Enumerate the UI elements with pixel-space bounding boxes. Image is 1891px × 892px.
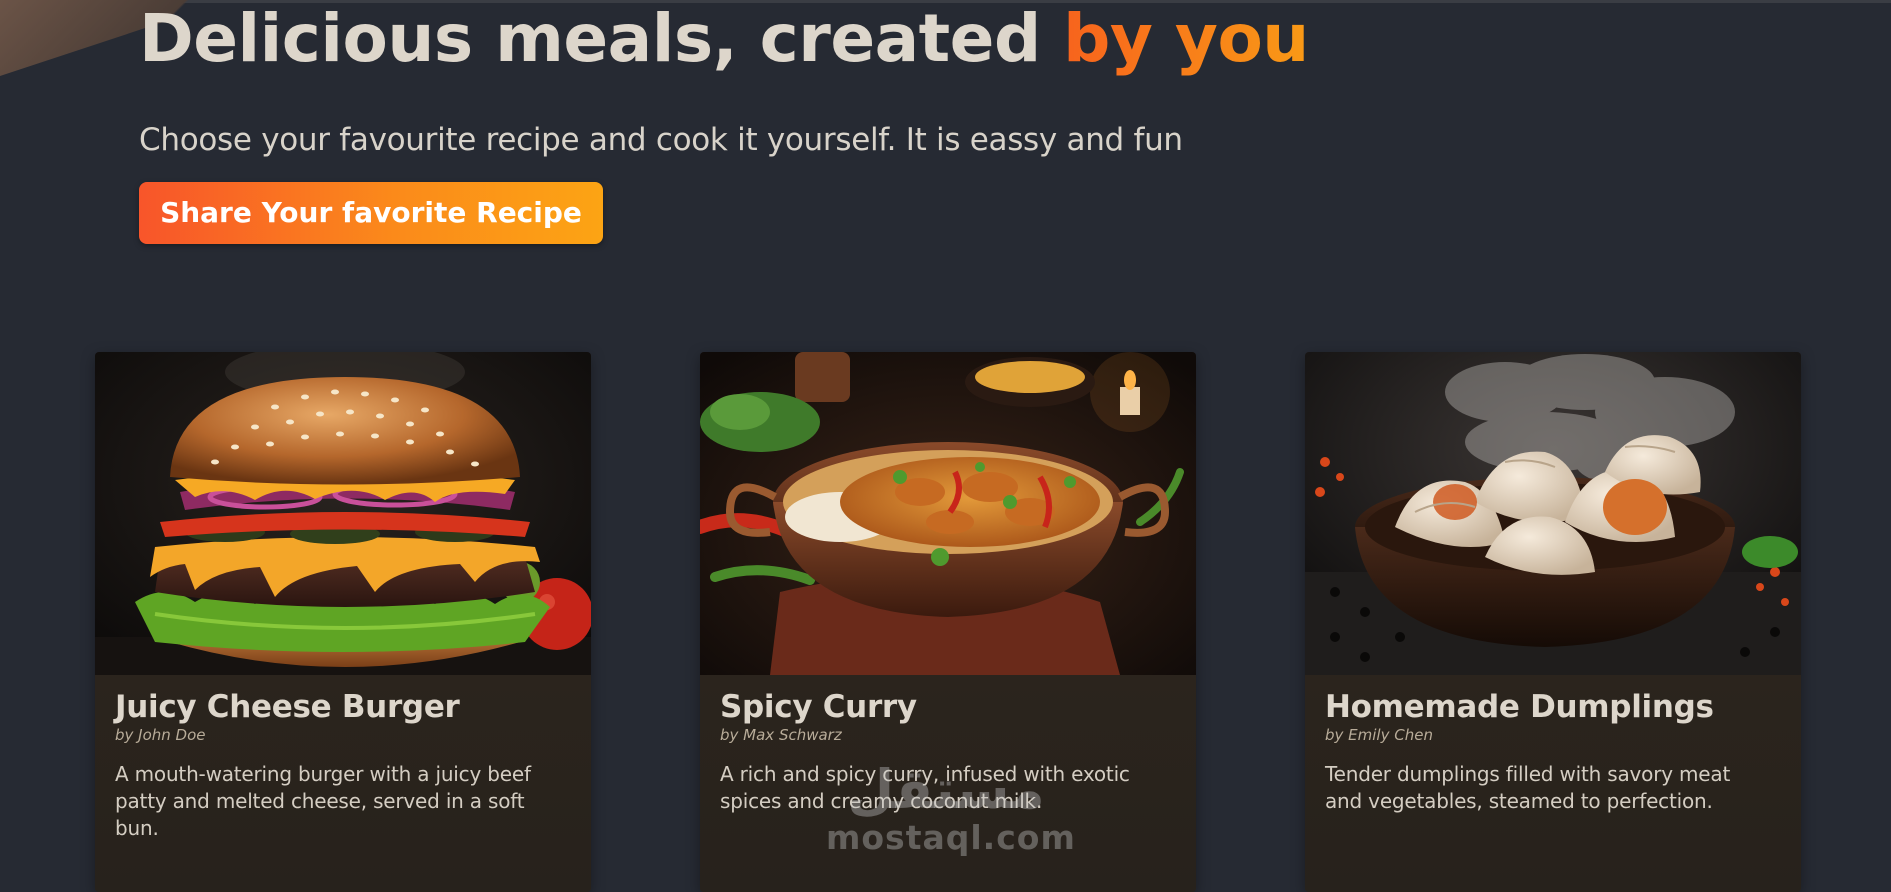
hero-title-accent: by you — [1063, 0, 1309, 77]
meal-card-dumplings[interactable]: Homemade Dumplings by Emily Chen Tender … — [1305, 352, 1801, 892]
curry-image — [700, 352, 1196, 675]
hero-subtitle: Choose your favourite recipe and cook it… — [139, 122, 1183, 158]
hero-title: Delicious meals, created by you — [139, 0, 1309, 78]
meal-image-dumplings — [1305, 352, 1801, 675]
meal-description: Tender dumplings filled with savory meat… — [1325, 762, 1731, 813]
meal-card-body: Spicy Curry by Max Schwarz A rich and sp… — [700, 675, 1196, 892]
meal-description: A rich and spicy curry, infused with exo… — [720, 762, 1130, 813]
meal-author: by Emily Chen — [1325, 726, 1433, 744]
meal-card-body: Juicy Cheese Burger by John Doe A mouth-… — [95, 675, 591, 892]
share-recipe-button[interactable]: Share Your favorite Recipe — [139, 182, 603, 244]
meal-image-curry — [700, 352, 1196, 675]
meal-title: Juicy Cheese Burger — [115, 689, 460, 725]
meal-title: Spicy Curry — [720, 689, 917, 725]
dumplings-image — [1305, 352, 1801, 675]
meal-card-curry[interactable]: Spicy Curry by Max Schwarz A rich and sp… — [700, 352, 1196, 892]
hero-title-main: Delicious meals, created — [139, 0, 1064, 77]
burger-image — [95, 352, 591, 675]
meal-title: Homemade Dumplings — [1325, 689, 1714, 725]
meal-card-burger[interactable]: Juicy Cheese Burger by John Doe A mouth-… — [95, 352, 591, 892]
meal-author: by Max Schwarz — [720, 726, 842, 744]
meal-image-burger — [95, 352, 591, 675]
meal-description: A mouth-watering burger with a juicy bee… — [115, 762, 531, 840]
meal-card-body: Homemade Dumplings by Emily Chen Tender … — [1305, 675, 1801, 892]
meal-author: by John Doe — [115, 726, 206, 744]
